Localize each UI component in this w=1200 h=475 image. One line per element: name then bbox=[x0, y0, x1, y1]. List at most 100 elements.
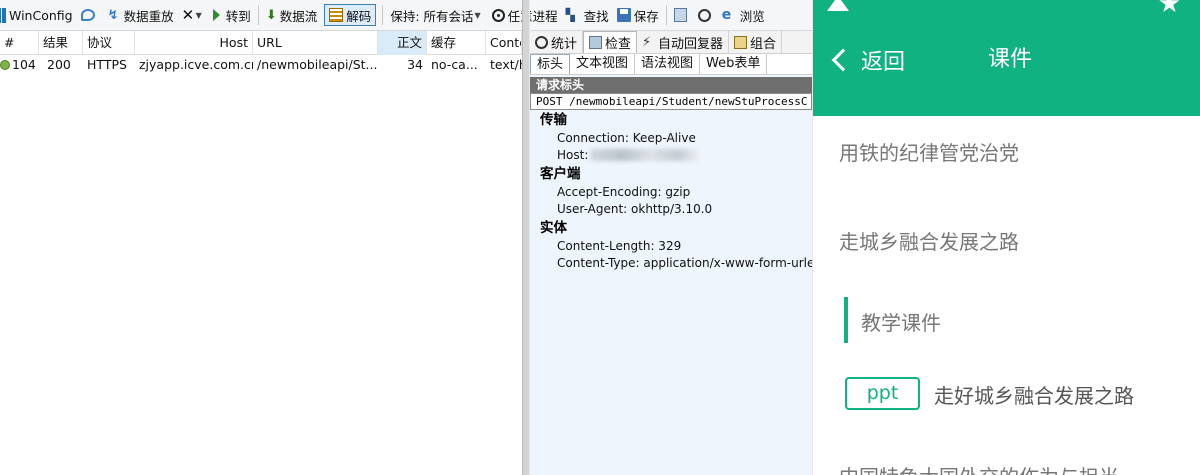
timer-icon bbox=[697, 8, 711, 22]
column-header-content-type[interactable]: Conte bbox=[486, 31, 522, 55]
session-content-type: text/h bbox=[490, 57, 522, 72]
replay-label: 数据重放 bbox=[123, 8, 174, 24]
session-host: zjyapp.icve.com.cn bbox=[139, 57, 253, 72]
column-header-result[interactable]: 结果 bbox=[39, 31, 83, 55]
chevron-left-icon bbox=[831, 48, 855, 72]
app-header: ★ 课件 返回 bbox=[813, 0, 1200, 116]
screenshot-icon bbox=[673, 8, 687, 22]
tab-inspectors[interactable]: 检查 bbox=[583, 31, 638, 53]
comment-icon bbox=[80, 9, 95, 21]
caret-down-icon: ▼ bbox=[474, 10, 481, 20]
header-user-agent: User-Agent: okhttp/3.10.0 bbox=[557, 202, 713, 216]
decode-icon bbox=[329, 8, 344, 22]
remove-icon: ✕ bbox=[181, 5, 195, 24]
browse-button[interactable]: e 浏览 bbox=[718, 4, 769, 26]
fiddler-toolbar: WinConfig ↯ 数据重放 ✕ ▼ 转到 ⬇ 数据流 解码 保持: 所有会… bbox=[0, 0, 812, 31]
session-list: # 结果 协议 Host URL 正文 缓存 Conte 104 200 HTT… bbox=[0, 31, 522, 475]
section-title[interactable]: 教学课件 bbox=[861, 307, 941, 336]
play-icon bbox=[212, 9, 220, 21]
winconfig-label: WinConfig bbox=[9, 7, 73, 23]
decode-button[interactable]: 解码 bbox=[324, 4, 377, 26]
header-host: Host: bbox=[557, 148, 589, 162]
header-accept-encoding: Accept-Encoding: gzip bbox=[557, 185, 691, 199]
session-cache: no-ca... bbox=[431, 57, 478, 72]
subtab-headers[interactable]: 标头 bbox=[530, 54, 571, 74]
pane-splitter[interactable] bbox=[522, 0, 530, 475]
session-status-icon bbox=[0, 60, 10, 70]
composer-icon bbox=[734, 35, 748, 49]
comment-button[interactable] bbox=[77, 4, 102, 26]
back-label: 返回 bbox=[861, 50, 906, 75]
column-header-protocol[interactable]: 协议 bbox=[83, 31, 135, 55]
back-button[interactable]: 返回 bbox=[829, 42, 905, 78]
session-list-header: # 结果 协议 Host URL 正文 缓存 Conte bbox=[0, 31, 522, 55]
header-group-entity[interactable]: 实体 bbox=[530, 218, 812, 238]
windows-icon bbox=[0, 7, 6, 23]
winconfig-button[interactable]: WinConfig bbox=[0, 4, 77, 26]
goto-button[interactable]: 转到 bbox=[209, 4, 255, 26]
courseware-item[interactable]: 走好城乡融合发展之路 bbox=[934, 380, 1134, 409]
column-header-body[interactable]: 正文 bbox=[378, 31, 427, 55]
chapter-item[interactable]: 用铁的纪律管党治党 bbox=[839, 137, 1019, 166]
subtab-syntaxview[interactable]: 语法视图 bbox=[635, 54, 701, 74]
save-label: 保存 bbox=[633, 8, 659, 24]
session-id-cell: 104 bbox=[0, 55, 39, 75]
request-line[interactable]: POST /newmobileapi/Student/newStuProcess… bbox=[530, 93, 812, 110]
any-process-label: 任意进程 bbox=[507, 8, 558, 24]
header-group-client[interactable]: 客户端 bbox=[530, 164, 812, 184]
tab-label: 自动回复器 bbox=[658, 36, 724, 52]
session-id: 104 bbox=[12, 57, 36, 72]
column-header-host[interactable]: Host bbox=[135, 31, 253, 55]
find-label: 查找 bbox=[583, 8, 609, 24]
column-header-url[interactable]: URL bbox=[253, 31, 378, 55]
inspector-panel: 统计 检查 ⚡ 自动回复器 组合 标头 文本视图 语法视图 Web表单 请求标头… bbox=[530, 31, 812, 475]
warning-icon bbox=[827, 0, 849, 11]
save-icon bbox=[616, 8, 631, 22]
request-headers-title: 请求标头 bbox=[530, 77, 812, 93]
clock-icon bbox=[535, 35, 548, 49]
column-header-number[interactable]: # bbox=[0, 31, 39, 55]
tab-label: 检查 bbox=[605, 37, 632, 52]
session-protocol: HTTPS bbox=[87, 57, 127, 72]
header-group-transport[interactable]: 传输 bbox=[530, 110, 812, 130]
toolbar-divider bbox=[257, 5, 259, 25]
chapter-item[interactable]: 中国特色大国外交的作为与担当 bbox=[839, 461, 1119, 475]
lightning-icon: ⚡ bbox=[642, 34, 652, 50]
inspector-tabs: 统计 检查 ⚡ 自动回复器 组合 bbox=[530, 31, 812, 54]
tab-autoresponder[interactable]: ⚡ 自动回复器 bbox=[637, 31, 730, 53]
replay-button[interactable]: ↯ 数据重放 bbox=[102, 4, 178, 26]
session-result: 200 bbox=[47, 57, 71, 72]
header-host-row: Host: bbox=[530, 147, 812, 164]
screenshot-button[interactable] bbox=[670, 4, 694, 26]
tab-statistics[interactable]: 统计 bbox=[530, 31, 584, 53]
save-button[interactable]: 保存 bbox=[613, 4, 663, 26]
subtab-textview[interactable]: 文本视图 bbox=[570, 54, 636, 74]
column-header-cache[interactable]: 缓存 bbox=[427, 31, 486, 55]
remove-dropdown[interactable]: ✕ ▼ bbox=[178, 4, 209, 26]
replay-icon: ↯ bbox=[107, 7, 119, 23]
tab-label: 组合 bbox=[750, 36, 777, 52]
session-row[interactable]: 104 200 HTTPS zjyapp.icve.com.cn /newmob… bbox=[0, 55, 522, 75]
decode-label: 解码 bbox=[346, 8, 372, 24]
timer-button[interactable] bbox=[694, 4, 718, 26]
chapter-item[interactable]: 走城乡融合发展之路 bbox=[839, 226, 1019, 255]
subtab-webforms[interactable]: Web表单 bbox=[700, 54, 768, 74]
session-url: /newmobileapi/St... bbox=[257, 57, 378, 72]
binoculars-icon: ▚ bbox=[565, 7, 575, 22]
stream-label: 数据流 bbox=[279, 8, 318, 24]
keep-sessions-label: 保持: 所有会话 bbox=[390, 8, 474, 24]
inspect-icon bbox=[589, 36, 603, 49]
mobile-app-screen: ★ 课件 返回 用铁的纪律管党治党 走城乡融合发展之路 教学课件 ppt 走好城… bbox=[812, 0, 1200, 475]
browser-icon: e bbox=[721, 6, 732, 23]
ppt-badge: ppt bbox=[845, 377, 920, 410]
tab-label: 统计 bbox=[551, 36, 578, 52]
section-indicator bbox=[844, 297, 848, 343]
toolbar-divider bbox=[665, 5, 667, 25]
goto-label: 转到 bbox=[225, 8, 251, 24]
browse-label: 浏览 bbox=[739, 8, 765, 24]
tab-composer[interactable]: 组合 bbox=[729, 31, 783, 53]
header-content-length: Content-Length: 329 bbox=[557, 239, 682, 253]
stream-button[interactable]: ⬇ 数据流 bbox=[262, 4, 322, 26]
find-button[interactable]: ▚ 查找 bbox=[562, 4, 613, 26]
keep-sessions-dropdown[interactable]: 保持: 所有会话 ▼ bbox=[386, 4, 487, 26]
